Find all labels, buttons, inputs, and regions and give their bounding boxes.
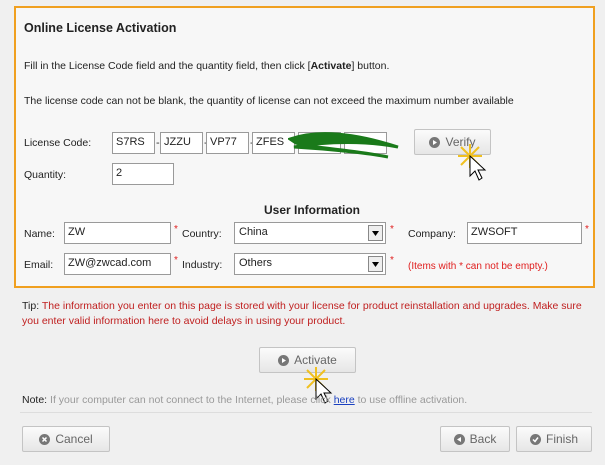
license-code-segment-3[interactable]: VP77 <box>206 132 249 154</box>
tip-text: Tip: The information you enter on this p… <box>22 300 582 327</box>
required-marker: * <box>174 224 178 235</box>
offline-activation-link[interactable]: here <box>334 394 355 406</box>
finish-button[interactable]: Finish <box>516 426 592 452</box>
check-icon <box>529 433 541 445</box>
circle-arrow-icon <box>429 136 441 148</box>
company-field[interactable]: ZWSOFT <box>467 222 582 244</box>
industry-label: Industry: <box>182 259 223 271</box>
license-code-label: License Code: <box>24 137 92 149</box>
instruction-line-1: Fill in the License Code field and the q… <box>24 60 390 72</box>
back-icon <box>453 433 465 445</box>
country-value: China <box>239 226 268 238</box>
industry-value: Others <box>239 257 273 269</box>
cancel-icon <box>39 433 51 445</box>
footer-separator <box>20 412 592 413</box>
back-button[interactable]: Back <box>440 426 510 452</box>
name-label: Name: <box>24 228 55 240</box>
required-marker: * <box>390 255 394 266</box>
back-label: Back <box>469 432 497 446</box>
license-code-segment-1[interactable]: S7RS <box>112 132 155 154</box>
industry-select[interactable]: Others <box>234 253 386 275</box>
country-select[interactable]: China <box>234 222 386 244</box>
panel-title: Online License Activation <box>24 21 177 35</box>
circle-arrow-icon <box>278 354 290 366</box>
cancel-label: Cancel <box>55 432 93 446</box>
quantity-field[interactable]: 2 <box>112 163 174 185</box>
company-label: Company: <box>408 228 456 240</box>
mouse-cursor-icon <box>456 142 498 187</box>
email-label: Email: <box>24 259 54 271</box>
required-marker: * <box>174 255 178 266</box>
country-label: Country: <box>182 228 222 240</box>
dropdown-arrow-icon[interactable] <box>368 225 383 241</box>
license-code-segment-2[interactable]: JZZU <box>160 132 203 154</box>
email-field[interactable]: ZW@zwcad.com <box>64 253 171 275</box>
instruction-line-2: The license code can not be blank, the q… <box>24 95 514 107</box>
quantity-label: Quantity: <box>24 169 67 181</box>
finish-label: Finish <box>545 432 578 446</box>
license-activation-panel: Online License Activation Fill in the Li… <box>14 6 595 288</box>
redaction-scribble <box>288 132 399 159</box>
user-information-title: User Information <box>264 203 361 217</box>
required-fields-note: (Items with * can not be empty.) <box>408 261 548 272</box>
dropdown-arrow-icon[interactable] <box>368 256 383 272</box>
cancel-button[interactable]: Cancel <box>22 426 110 452</box>
required-marker: * <box>585 224 589 235</box>
name-field[interactable]: ZW <box>64 222 171 244</box>
offline-activation-note: Note: If your computer can not connect t… <box>22 394 468 406</box>
required-marker: * <box>390 224 394 235</box>
